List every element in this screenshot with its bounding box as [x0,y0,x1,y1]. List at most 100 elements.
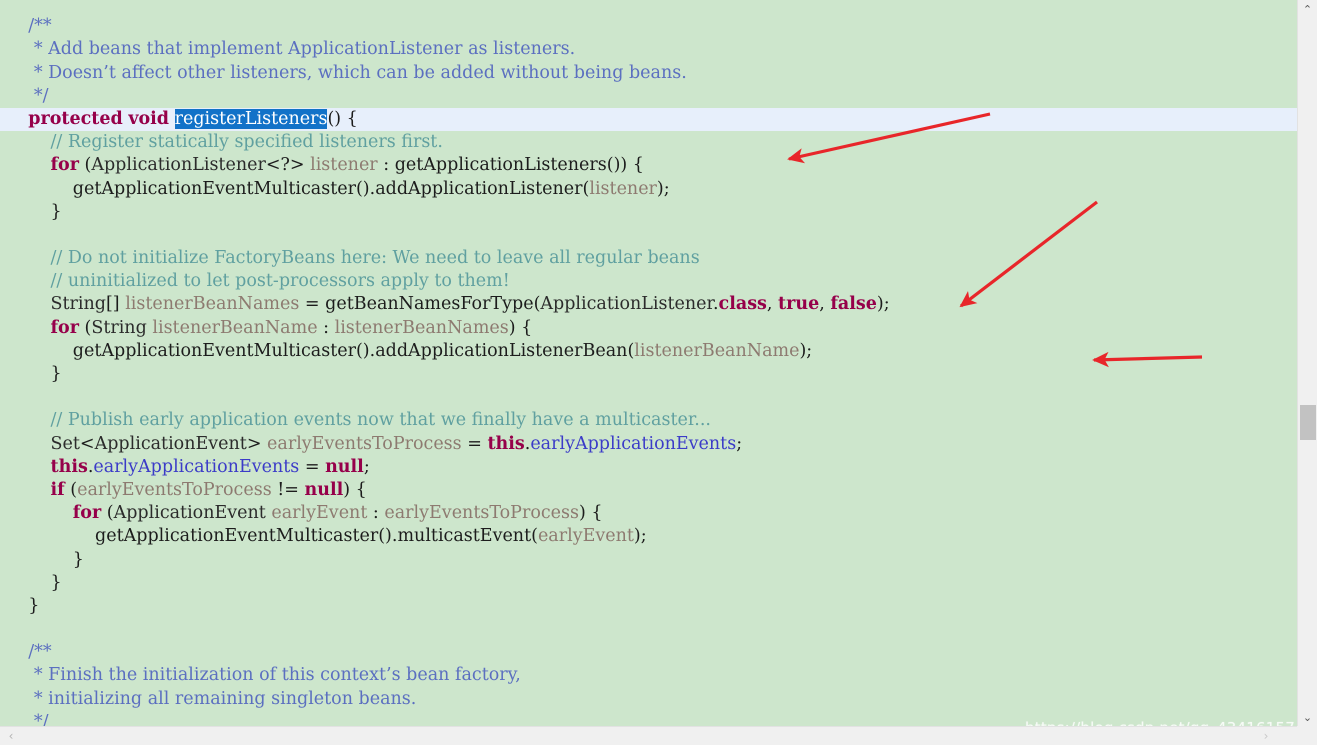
scroll-up-icon[interactable]: ⌃ [1298,0,1317,18]
code-line-highlighted[interactable]: protected void registerListeners() { [0,107,1297,132]
code-line[interactable]: Set<ApplicationEvent> earlyEventsToProce… [0,433,1297,456]
code-line[interactable]: // uninitialized to let post-processors … [0,270,1297,293]
code-line[interactable] [0,386,1297,409]
code-line[interactable]: * Doesn’t affect other listeners, which … [0,62,1297,85]
code-line[interactable]: } [0,595,1297,618]
code-line[interactable]: // Do not initialize FactoryBeans here: … [0,247,1297,270]
code-token: String [91,317,147,338]
code-token: listenerBeanNames [125,294,300,315]
code-lines-container: /** * Add beans that implement Applicati… [0,0,1297,726]
code-token: (). [378,526,398,547]
code-token: , [766,294,779,315]
code-token: (). [355,178,376,199]
code-line[interactable]: getApplicationEventMulticaster().multica… [0,525,1297,548]
code-editor-surface[interactable]: /** * Add beans that implement Applicati… [0,0,1297,726]
code-token: ) { [508,317,533,338]
code-token: ); [876,294,890,315]
code-token: <?> [265,155,311,176]
code-line[interactable]: */ [0,85,1297,108]
code-token: earlyApplicationEvents [530,433,737,454]
code-token: this [487,433,525,454]
code-token: ); [633,526,647,547]
code-token: multicastEvent [397,526,532,547]
code-token: Set [50,433,80,454]
vertical-scrollbar-thumb[interactable] [1300,405,1316,440]
code-line[interactable] [0,0,1297,15]
code-token: , [819,294,831,315]
code-token: earlyEventsToProcess [267,433,462,454]
code-token: this [50,456,88,477]
code-token: : [377,155,395,176]
code-token: String [50,294,106,315]
code-line[interactable]: for (ApplicationEvent earlyEvent : early… [0,502,1297,525]
code-line[interactable] [0,618,1297,641]
code-token: earlyEventsToProcess [384,503,579,524]
vertical-scrollbar[interactable]: ⌃ ⌄ [1297,0,1317,745]
code-token: true [778,294,820,315]
code-token: getApplicationEventMulticaster [72,178,356,199]
code-token: addApplicationListenerBean [375,340,628,361]
scroll-down-icon[interactable]: ⌄ [1298,708,1317,726]
code-line[interactable]: } [0,201,1297,224]
code-token: ( [531,526,538,547]
code-token: // Publish early application events now … [50,410,711,431]
code-line[interactable]: } [0,572,1297,595]
code-token: = [461,433,488,454]
code-line[interactable]: * initializing all remaining singleton b… [0,688,1297,711]
code-token: // uninitialized to let post-processors … [50,271,510,292]
code-line[interactable]: getApplicationEventMulticaster().addAppl… [0,178,1297,201]
code-token: : [367,503,385,524]
horizontal-scrollbar[interactable]: ‹ › [0,726,1297,745]
code-token: } [6,364,62,384]
code-token: : [317,317,335,338]
code-line[interactable]: String[] listenerBeanNames = getBeanName… [0,293,1297,316]
code-token: } [6,549,84,570]
code-token: () { [327,108,358,129]
code-token: void [128,108,170,129]
code-token: */ [6,85,49,106]
code-line[interactable]: // Register statically specified listene… [0,131,1297,154]
scroll-left-icon[interactable]: ‹ [2,727,20,745]
code-line[interactable]: if (earlyEventsToProcess != null) { [0,479,1297,502]
code-token: earlyEventsToProcess [77,479,272,500]
code-token: getBeanNamesForType [325,294,534,315]
code-token: */ [6,711,49,726]
code-token: ( [78,155,92,176]
code-line[interactable]: * Finish the initialization of this cont… [0,664,1297,687]
code-line[interactable]: for (String listenerBeanName : listenerB… [0,317,1297,340]
code-line[interactable]: /** [0,641,1297,664]
code-line[interactable] [0,224,1297,247]
code-line[interactable]: for (ApplicationListener<?> listener : g… [0,154,1297,177]
code-token: listenerBeanName [634,340,800,361]
code-line[interactable]: * Add beans that implement ApplicationLi… [0,38,1297,61]
code-line[interactable]: } [0,549,1297,572]
code-token: } [6,595,40,616]
code-token: ; [363,456,370,477]
code-token: // Do not initialize FactoryBeans here: … [50,248,700,269]
code-line[interactable]: // Publish early application events now … [0,409,1297,432]
scroll-right-icon[interactable]: › [1257,727,1275,745]
code-token: /** [6,642,52,663]
code-token: listenerBeanName [152,317,318,338]
code-token: * Doesn’t affect other listeners, which … [6,62,687,83]
code-token: earlyApplicationEvents [93,456,300,477]
code-line[interactable]: } [0,363,1297,386]
code-line[interactable]: /** [0,15,1297,38]
code-line[interactable]: getApplicationEventMulticaster().addAppl… [0,340,1297,363]
code-token: * initializing all remaining singleton b… [6,688,417,709]
code-token: ApplicationListener [91,155,266,176]
code-token: for [50,155,79,176]
code-token: ApplicationEvent [113,503,266,524]
code-token: earlyEvent [537,526,634,547]
code-token: ) { [343,479,367,500]
code-line[interactable]: this.earlyApplicationEvents = null; [0,456,1297,479]
code-token: /** [6,16,52,37]
